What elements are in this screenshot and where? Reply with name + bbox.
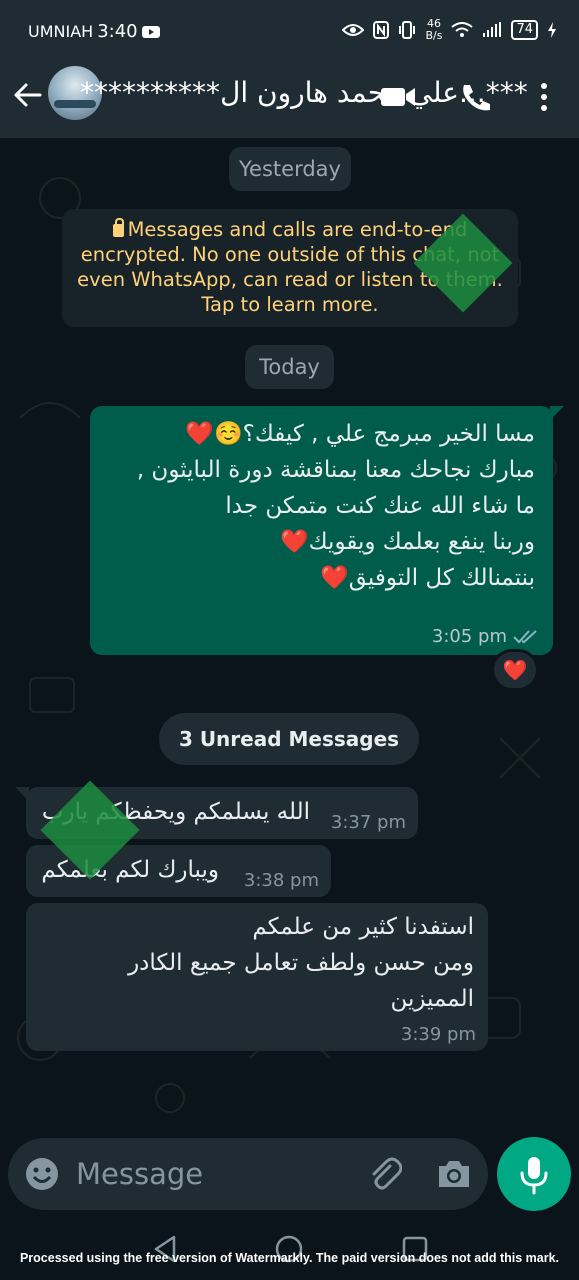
message-input[interactable]	[76, 1152, 356, 1196]
eye-icon	[342, 24, 365, 36]
whatsapp-chat-screen: UMNIAH 3:40 46 B/s 74 **********علي محمد…	[0, 0, 579, 1280]
status-right: 46 B/s 74	[342, 18, 557, 42]
emoji-icon[interactable]	[24, 1156, 60, 1192]
message-time: 3:05 pm	[431, 626, 507, 647]
carrier-label: UMNIAH	[28, 22, 94, 41]
watermark-text: Processed using the free version of Wate…	[19, 1251, 560, 1265]
incoming-message[interactable]: استفدنا كثير من علمكم ومن حسن ولطف تعامل…	[26, 903, 488, 1051]
youtube-notification-icon	[141, 25, 160, 38]
system-nav-bar	[0, 1220, 579, 1280]
chat-area[interactable]: Yesterday Messages and calls are end-to-…	[0, 138, 579, 1138]
message-time: 3:37 pm	[330, 812, 406, 833]
clock: 3:40	[97, 21, 138, 42]
wifi-icon	[451, 22, 474, 37]
date-chip-yesterday: Yesterday	[229, 147, 351, 191]
double-check-icon	[513, 629, 537, 643]
video-call-icon[interactable]	[380, 82, 416, 112]
battery-indicator: 74	[511, 20, 538, 40]
incoming-message-text: استفدنا كثير من علمكم ومن حسن ولطف تعامل…	[128, 914, 474, 1012]
message-time: 3:38 pm	[243, 870, 319, 891]
mic-icon	[520, 1157, 548, 1195]
status-bar: UMNIAH 3:40 46 B/s 74	[0, 0, 579, 62]
outgoing-message-text: مسا الخير مبرمج علي , كيفك؟☺️❤️ مبارك نج…	[136, 421, 535, 591]
outgoing-meta: 3:05 pm	[432, 626, 539, 647]
network-rate: 46 B/s	[425, 17, 443, 42]
mic-button[interactable]	[497, 1137, 571, 1211]
camera-icon[interactable]	[436, 1158, 472, 1190]
back-arrow-icon[interactable]	[12, 80, 42, 110]
vibrate-icon	[399, 21, 416, 39]
lock-icon	[112, 218, 124, 237]
bubble-tail	[550, 406, 564, 420]
signal-icon	[483, 22, 502, 37]
incoming-message-text: ويبارك لكم بعلمكم	[41, 857, 219, 883]
date-chip-today: Today	[245, 345, 334, 389]
status-left: UMNIAH 3:40	[28, 21, 160, 42]
attach-icon[interactable]	[366, 1156, 402, 1192]
message-time: 3:39 pm	[400, 1024, 476, 1045]
outgoing-message[interactable]: مسا الخير مبرمج علي , كيفك؟☺️❤️ مبارك نج…	[90, 406, 564, 655]
charging-icon	[548, 22, 556, 38]
heart-reaction[interactable]: ❤️	[491, 649, 539, 691]
message-composer	[8, 1138, 488, 1210]
unread-messages-divider: 3 Unread Messages	[159, 713, 419, 765]
chat-header: **********علي محمد هارون ال...***	[0, 62, 579, 138]
more-vert-icon[interactable]	[526, 82, 562, 112]
phone-icon[interactable]	[458, 82, 494, 112]
bubble-tail	[15, 787, 29, 801]
nfc-icon	[373, 21, 390, 39]
